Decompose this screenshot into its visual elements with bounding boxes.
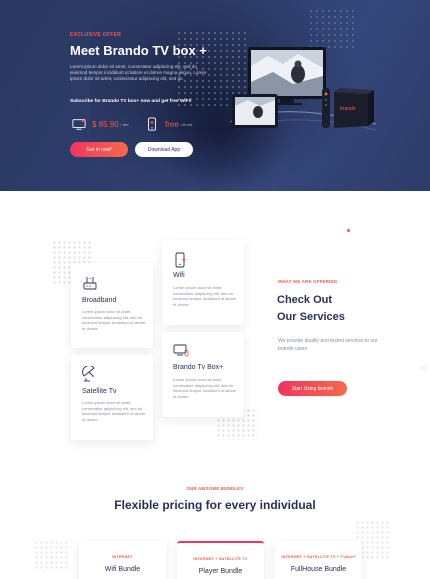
router-icon	[83, 277, 97, 290]
plan-eyebrow: INTERNET	[112, 555, 133, 559]
price-unit: / 6 mo	[180, 121, 192, 127]
tv-box-icon	[173, 344, 189, 357]
satellite-dish-icon	[82, 366, 95, 382]
start-using-button[interactable]: Start Using brando	[278, 381, 347, 396]
hero-title: Meet Brando TV box +	[70, 43, 207, 58]
service-card-wifi[interactable]: Wifi Lorem ipsum dolor sit amet, consect…	[162, 240, 244, 325]
price-value: free	[165, 119, 179, 129]
service-card-title: Satellite Tv	[82, 388, 117, 395]
plan-name: FullHouse Bundle	[290, 566, 347, 573]
price-unit: / mo	[120, 121, 129, 127]
services-title-line1: Check Out	[277, 294, 333, 306]
service-card-text: Lorem ipsum dolor sit amet, consectetur …	[82, 309, 146, 331]
hero-devices-illustration: brando	[229, 47, 377, 131]
price-wifi: free / 6 mo	[145, 114, 192, 134]
triangle-icon: ◁	[420, 365, 426, 372]
hero-subscribe-text: Subscribe for Brando TV box+ now and get…	[70, 99, 192, 104]
tv-box-brand: brando	[340, 106, 356, 112]
pricing-plan-player[interactable]: INTERNET + SATELLITE TV Player Bundle	[177, 541, 264, 579]
service-card-tv-box[interactable]: Brando Tv Box+ Lorem ipsum dolor sit ame…	[162, 332, 244, 417]
hero-description: Lorem ipsum dolor sit amet, consectetur …	[70, 64, 207, 82]
plan-name: Wifi Bundle	[104, 566, 141, 573]
get-in-now-button[interactable]: Get in now!	[70, 142, 128, 157]
service-card-title: Broadband	[82, 297, 117, 304]
dot-pattern	[34, 540, 69, 570]
service-card-broadband[interactable]: Broadband Lorem ipsum dolor sit amet, co…	[71, 263, 153, 348]
hero-eyebrow: EXCLUSIVE OFFER	[70, 32, 122, 38]
service-card-text: Lorem ipsum dolor sit amet, consectetur …	[82, 400, 146, 422]
pricing-title: Flexible pricing for every individual	[114, 498, 316, 512]
tablet-icon	[232, 94, 278, 128]
price-tvbox: $ 85.90 / mo	[72, 114, 128, 134]
pricing-plan-wifi[interactable]: INTERNET Wifi Bundle	[79, 541, 166, 579]
services-description: We provide quality and tested services t…	[278, 338, 378, 352]
service-card-text: Lorem ipsum dolor sit amet, consectetur …	[173, 285, 237, 307]
remote-icon	[322, 88, 330, 128]
phone-wifi-icon	[175, 252, 187, 268]
service-card-text: Lorem ipsum dolor sit amet, consectetur …	[173, 377, 237, 399]
plan-eyebrow: INTERNET + SATELLITE TV	[193, 557, 248, 561]
service-card-title: Brando Tv Box+	[173, 364, 224, 371]
download-app-button[interactable]: Download App	[135, 142, 193, 157]
hero-section: EXCLUSIVE OFFER Meet Brando TV box + Lor…	[0, 0, 430, 191]
services-title-line2: Our Services	[277, 311, 345, 323]
service-card-title: Wifi	[173, 272, 185, 279]
plan-eyebrow: INTERNET + SATELLITE TV + TVbox+	[281, 555, 356, 559]
pricing-eyebrow: OUR AWSOME BUNDLES	[186, 486, 244, 491]
pricing-plan-fullhouse[interactable]: INTERNET + SATELLITE TV + TVbox+ FullHou…	[275, 541, 362, 579]
services-title: Check Out Our Services	[277, 292, 397, 326]
phone-icon	[148, 117, 156, 131]
price-value: $ 85.90	[92, 119, 119, 129]
services-eyebrow: WHAT WE ARE OFFERING	[278, 279, 338, 284]
tv-box-icon: brando	[334, 88, 374, 128]
tv-icon	[72, 119, 86, 130]
service-card-satellite-tv[interactable]: Satellite Tv Lorem ipsum dolor sit amet,…	[71, 355, 153, 440]
decorative-dot	[347, 229, 350, 232]
hero-dot-pattern-small	[308, 8, 358, 48]
plan-name: Player Bundle	[198, 568, 243, 575]
